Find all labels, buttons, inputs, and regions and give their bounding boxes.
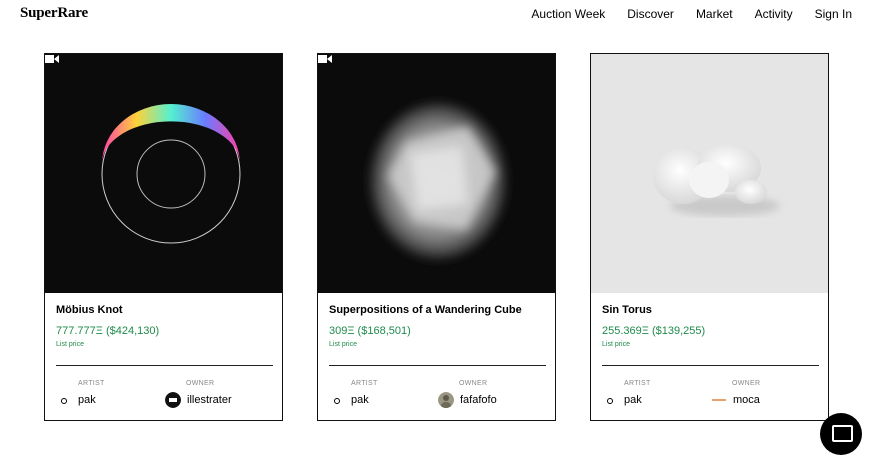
owner-avatar[interactable] bbox=[438, 392, 454, 408]
artwork-card[interactable]: Superpositions of a Wandering Cube 309Ξ … bbox=[317, 53, 556, 421]
sin-torus-art bbox=[653, 144, 780, 216]
artwork-price: 309Ξ ($168,501) bbox=[329, 325, 411, 337]
owner-name[interactable]: moca bbox=[733, 394, 760, 406]
nav-auction-week[interactable]: Auction Week bbox=[531, 7, 605, 21]
artist-name[interactable]: pak bbox=[624, 394, 642, 406]
nav-discover[interactable]: Discover bbox=[627, 7, 674, 21]
artwork-title[interactable]: Superpositions of a Wandering Cube bbox=[329, 304, 522, 316]
divider bbox=[56, 365, 273, 366]
price-label: List price bbox=[329, 341, 358, 348]
artist-avatar[interactable] bbox=[61, 398, 67, 404]
artist-avatar[interactable] bbox=[607, 398, 613, 404]
owner-label: OWNER bbox=[186, 380, 215, 387]
artwork-price: 777.777Ξ ($424,130) bbox=[56, 325, 160, 337]
wandering-cube-art bbox=[370, 103, 506, 259]
owner-name[interactable]: fafafofo bbox=[460, 394, 497, 406]
artwork-card[interactable]: Möbius Knot 777.777Ξ ($424,130) List pri… bbox=[44, 53, 283, 421]
artist-label: ARTIST bbox=[78, 380, 105, 387]
card-info: Superpositions of a Wandering Cube 309Ξ … bbox=[318, 294, 555, 420]
divider bbox=[329, 365, 546, 366]
chat-icon[interactable] bbox=[820, 413, 862, 455]
nav-activity[interactable]: Activity bbox=[755, 7, 793, 21]
owner-avatar[interactable] bbox=[165, 392, 181, 408]
mobius-knot-art bbox=[101, 104, 241, 244]
divider bbox=[602, 365, 819, 366]
video-camera-icon bbox=[318, 55, 332, 63]
video-camera-icon bbox=[45, 55, 59, 63]
artwork-title[interactable]: Sin Torus bbox=[602, 304, 652, 316]
artist-avatar[interactable] bbox=[334, 398, 340, 404]
price-label: List price bbox=[56, 341, 85, 348]
artist-name[interactable]: pak bbox=[351, 394, 369, 406]
price-label: List price bbox=[602, 341, 631, 348]
artwork-image[interactable] bbox=[318, 54, 555, 293]
artwork-image[interactable] bbox=[45, 54, 282, 293]
site-logo[interactable]: SuperRare bbox=[20, 5, 88, 22]
card-info: Sin Torus 255.369Ξ ($139,255) List price… bbox=[591, 294, 828, 420]
owner-name[interactable]: illestrater bbox=[187, 394, 232, 406]
nav-links: Auction Week Discover Market Activity Si… bbox=[509, 7, 852, 21]
owner-avatar[interactable] bbox=[711, 392, 727, 408]
top-nav: SuperRare Auction Week Discover Market A… bbox=[0, 0, 875, 30]
artwork-image[interactable] bbox=[591, 54, 828, 293]
artwork-card[interactable]: Sin Torus 255.369Ξ ($139,255) List price… bbox=[590, 53, 829, 421]
artwork-price: 255.369Ξ ($139,255) bbox=[602, 325, 706, 337]
nav-market[interactable]: Market bbox=[696, 7, 733, 21]
owner-label: OWNER bbox=[459, 380, 488, 387]
card-info: Möbius Knot 777.777Ξ ($424,130) List pri… bbox=[45, 294, 282, 420]
owner-label: OWNER bbox=[732, 380, 761, 387]
nav-sign-in[interactable]: Sign In bbox=[815, 7, 852, 21]
artist-label: ARTIST bbox=[624, 380, 651, 387]
artwork-title[interactable]: Möbius Knot bbox=[56, 304, 123, 316]
artist-name[interactable]: pak bbox=[78, 394, 96, 406]
artist-label: ARTIST bbox=[351, 380, 378, 387]
